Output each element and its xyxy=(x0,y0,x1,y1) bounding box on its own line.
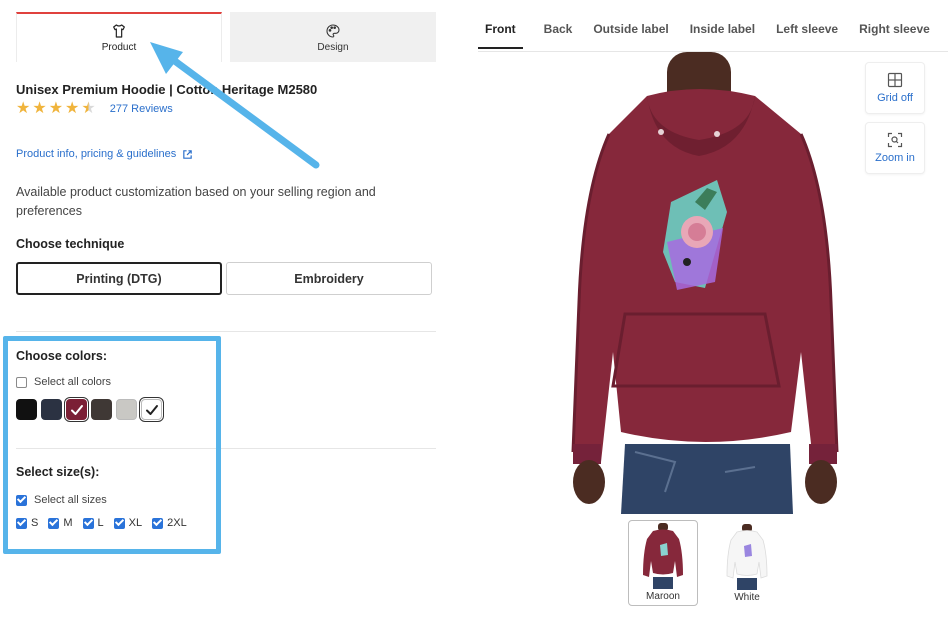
product-rating: ★ ★ ★ ★ ★ 277 Reviews xyxy=(16,101,173,117)
view-tab-back[interactable]: Back xyxy=(544,22,573,49)
technique-heading: Choose technique xyxy=(16,237,125,251)
divider xyxy=(16,331,436,332)
white-hoodie-thumbnail xyxy=(726,524,768,590)
star-icon: ★ xyxy=(16,100,31,117)
external-link-icon xyxy=(183,149,192,159)
palette-icon xyxy=(326,24,340,38)
grid-toggle-button[interactable]: Grid off xyxy=(865,62,925,114)
grid-icon xyxy=(887,72,903,88)
color-thumbnails: Maroon White xyxy=(628,520,782,606)
zoom-in-icon xyxy=(887,132,903,148)
technique-embroidery-button[interactable]: Embroidery xyxy=(226,262,432,295)
view-tab-right-sleeve[interactable]: Right sleeve xyxy=(859,22,930,49)
star-icon: ★ xyxy=(48,100,64,117)
view-tab-inside-label[interactable]: Inside label xyxy=(690,22,755,49)
zoom-in-button[interactable]: Zoom in xyxy=(865,122,925,174)
star-icon: ★ xyxy=(65,100,80,117)
zoom-in-label: Zoom in xyxy=(875,152,915,164)
product-info-link-label: Product info, pricing & guidelines xyxy=(16,148,177,160)
technique-dtg-button[interactable]: Printing (DTG) xyxy=(16,262,222,295)
view-tab-outside-label[interactable]: Outside label xyxy=(593,22,668,49)
reviews-link[interactable]: 277 Reviews xyxy=(110,103,173,115)
tab-design-label: Design xyxy=(317,42,349,53)
tab-product-label: Product xyxy=(101,42,137,53)
editor-tabs: Product Design xyxy=(16,12,436,62)
view-tabs: Front Back Outside label Inside label Le… xyxy=(478,22,930,49)
tab-design[interactable]: Design xyxy=(230,12,436,62)
star-icon: ★ xyxy=(32,100,47,117)
product-info-link[interactable]: Product info, pricing & guidelines xyxy=(16,148,193,160)
annotation-highlight-box xyxy=(3,336,221,554)
product-title: Unisex Premium Hoodie | Cotton Heritage … xyxy=(16,82,318,97)
thumbnail-maroon[interactable]: Maroon xyxy=(628,520,698,606)
tab-product[interactable]: Product xyxy=(16,12,222,62)
half-star-icon: ★ xyxy=(81,100,96,117)
maroon-hoodie-thumbnail xyxy=(643,523,683,589)
technique-options: Printing (DTG) Embroidery xyxy=(16,262,432,295)
product-preview-image xyxy=(555,52,845,514)
thumbnail-label: Maroon xyxy=(646,591,680,602)
product-description: Available product customization based on… xyxy=(16,185,376,218)
grid-toggle-label: Grid off xyxy=(877,92,913,104)
thumbnail-label: White xyxy=(734,592,760,603)
view-tab-left-sleeve[interactable]: Left sleeve xyxy=(776,22,838,49)
tshirt-icon xyxy=(113,24,125,38)
view-tab-front[interactable]: Front xyxy=(478,22,523,49)
thumbnail-white[interactable]: White xyxy=(712,520,782,606)
